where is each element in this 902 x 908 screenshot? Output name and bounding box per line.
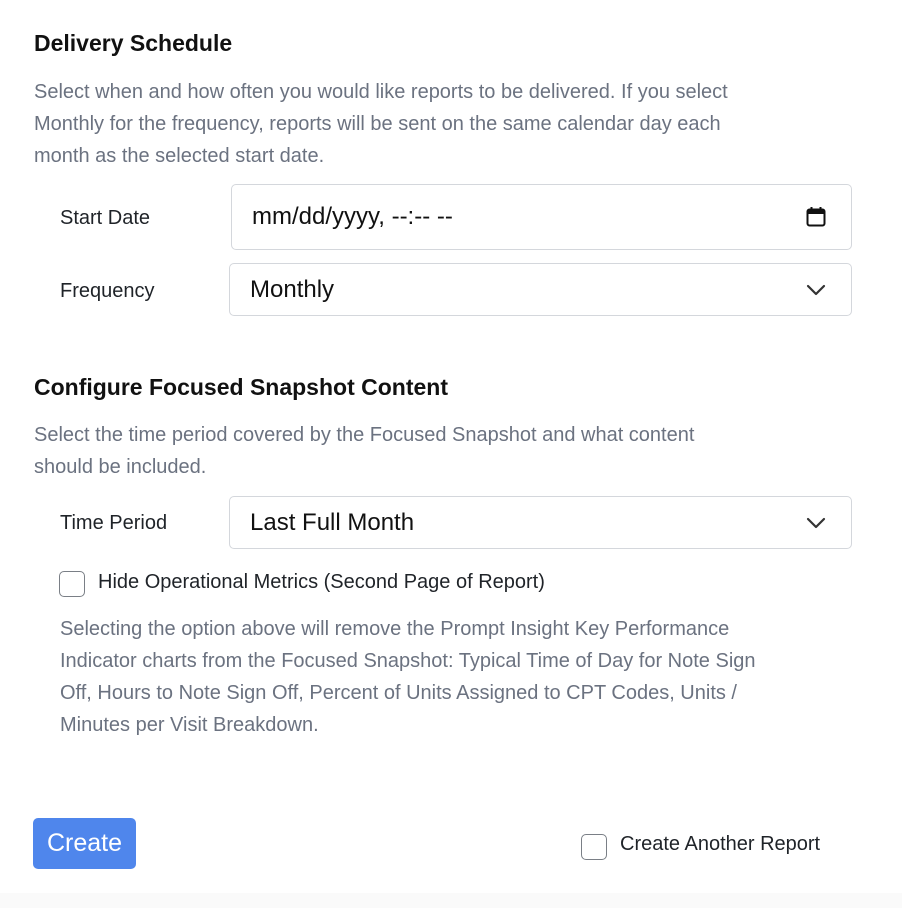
create-another-label[interactable]: Create Another Report — [620, 833, 820, 856]
time-period-label: Time Period — [60, 512, 168, 534]
frequency-select[interactable]: Monthly — [229, 263, 852, 316]
start-date-placeholder: mm/dd/yyyy, --:-- -- — [252, 203, 453, 230]
create-button[interactable]: Create — [33, 818, 136, 869]
delivery-schedule-description: Select when and how often you would like… — [34, 81, 728, 167]
hide-operational-metrics-label[interactable]: Hide Operational Metrics (Second Page of… — [98, 571, 545, 594]
frequency-value: Monthly — [250, 275, 335, 303]
time-period-select[interactable]: Last Full Month — [229, 496, 852, 549]
snapshot-heading: Configure Focused Snapshot Content — [34, 374, 448, 400]
snapshot-description: Select the time period covered by the Fo… — [34, 424, 695, 478]
hide-operational-metrics-help: Selecting the option above will remove t… — [60, 618, 756, 736]
time-period-value: Last Full Month — [250, 508, 415, 536]
start-date-input[interactable]: mm/dd/yyyy, --:-- -- — [231, 184, 852, 250]
chevron-down-icon — [805, 512, 827, 534]
start-date-label: Start Date — [60, 207, 151, 229]
footer-background — [0, 893, 902, 908]
create-another-checkbox[interactable] — [581, 834, 607, 860]
hide-operational-metrics-checkbox[interactable] — [59, 571, 85, 597]
calendar-icon[interactable] — [805, 206, 827, 228]
frequency-label: Frequency — [60, 280, 155, 302]
chevron-down-icon — [805, 279, 827, 301]
delivery-schedule-heading: Delivery Schedule — [34, 30, 233, 56]
